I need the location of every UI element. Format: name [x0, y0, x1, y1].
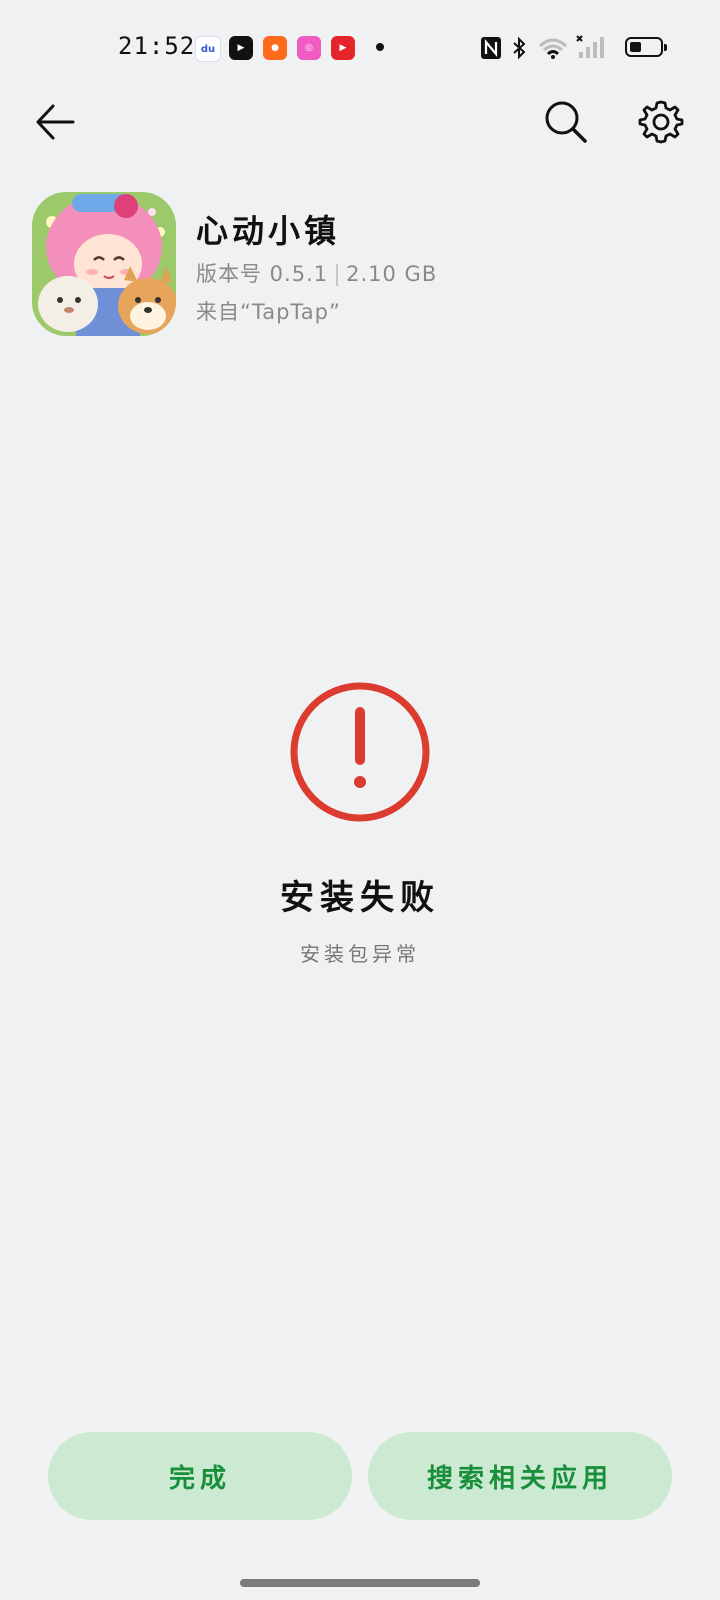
app-version: 版本号 0.5.1 — [196, 262, 329, 286]
app-icon — [32, 192, 176, 336]
home-indicator[interactable] — [240, 1579, 480, 1587]
status-time: 21:52 — [118, 32, 196, 60]
app-name: 心动小镇 — [196, 212, 341, 250]
search-icon — [545, 101, 587, 143]
signal-icon — [576, 35, 604, 58]
video-app-icon: ▶ — [331, 36, 355, 60]
douyin-app-icon: ▶ — [229, 36, 253, 60]
baidu-app-icon: du — [195, 36, 221, 62]
nfc-icon — [481, 37, 501, 59]
install-result-subtitle: 安装包异常 — [300, 942, 420, 966]
arrow-left-icon — [36, 104, 75, 140]
search-related-apps-button[interactable]: 搜索相关应用 — [368, 1432, 672, 1520]
install-result-title: 安装失败 — [280, 878, 440, 918]
app-size: 2.10 GB — [346, 262, 438, 286]
gear-icon — [638, 100, 684, 144]
settings-button[interactable] — [633, 94, 689, 150]
kuaishou-app-icon: ● — [263, 36, 287, 60]
bluetooth-icon — [513, 36, 526, 60]
alert-circle-icon — [290, 682, 430, 822]
camera-app-icon: ◎ — [297, 36, 321, 60]
app-source: 来自“TapTap” — [196, 300, 341, 324]
meta-divider — [336, 264, 339, 286]
battery-icon — [625, 37, 667, 57]
status-bar: 21:52 du ▶ ● ◎ ▶ — [0, 0, 720, 96]
app-meta: 版本号 0.5.1 2.10 GB — [196, 258, 437, 288]
done-button[interactable]: 完成 — [48, 1432, 352, 1520]
more-notifications-dot — [376, 43, 384, 51]
back-button[interactable] — [27, 94, 83, 150]
wifi-icon — [538, 38, 568, 59]
search-button[interactable] — [538, 94, 594, 150]
